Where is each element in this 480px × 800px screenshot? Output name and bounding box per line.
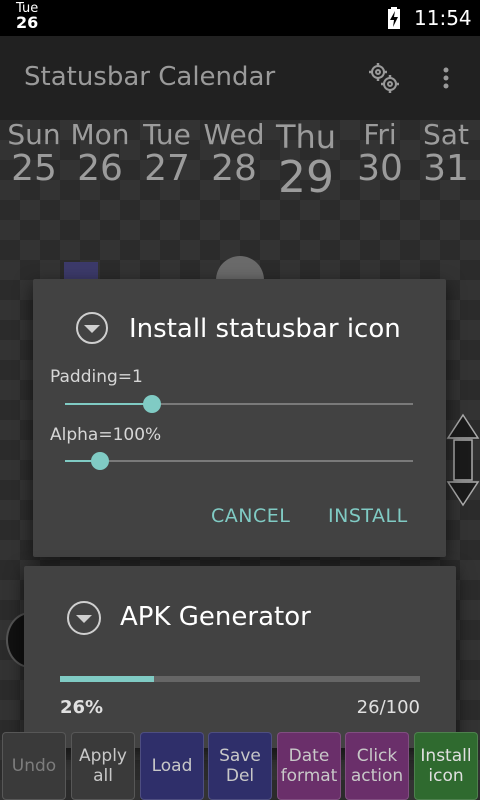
- load-button[interactable]: Load: [140, 732, 204, 800]
- apk-generator-dialog: APK Generator 26% 26/100: [24, 566, 456, 748]
- progress-count: 26/100: [356, 697, 420, 718]
- button-label: Undo: [11, 756, 57, 776]
- button-label: Apply all: [79, 746, 127, 786]
- app-title: Statusbar Calendar: [24, 62, 276, 92]
- status-day-number: 26: [16, 13, 39, 32]
- apply-all-button[interactable]: Apply all: [71, 732, 135, 800]
- week-day-name: Sun: [7, 118, 61, 151]
- battery-charging-icon: [388, 7, 400, 29]
- install-button[interactable]: INSTALL: [328, 505, 408, 527]
- week-day-mon[interactable]: Mon 26: [66, 120, 134, 188]
- slider-thumb[interactable]: [143, 395, 161, 413]
- status-time: 11:54: [414, 6, 472, 30]
- slider-fill: [65, 403, 152, 405]
- scroll-arrows-icon: [446, 413, 480, 507]
- alpha-label: Alpha=100%: [50, 425, 162, 445]
- chevron-down-circle-icon: [67, 601, 101, 635]
- click-action-button[interactable]: Click action: [345, 732, 409, 800]
- week-day-wed[interactable]: Wed 28: [200, 120, 268, 188]
- week-day-tue[interactable]: Tue 27: [133, 120, 201, 188]
- week-day-name: Wed: [203, 118, 265, 151]
- week-day-sat[interactable]: Sat 31: [412, 120, 480, 188]
- install-icon-dialog: Install statusbar icon Padding=1 Alpha=1…: [33, 279, 446, 557]
- week-day-date: 26: [77, 148, 123, 189]
- more-vert-icon[interactable]: [432, 64, 460, 92]
- week-day-thu[interactable]: Thu 29: [272, 120, 340, 202]
- button-label: Install icon: [420, 746, 472, 786]
- padding-slider[interactable]: [65, 395, 413, 413]
- date-format-button[interactable]: Date format: [277, 732, 341, 800]
- padding-label: Padding=1: [50, 367, 143, 387]
- cancel-button[interactable]: CANCEL: [211, 505, 290, 527]
- week-day-date: 28: [211, 148, 257, 189]
- button-label: Load: [151, 756, 193, 776]
- week-day-fri[interactable]: Fri 30: [346, 120, 414, 188]
- button-label: Save Del: [219, 746, 261, 786]
- bottom-toolbar: Undo Apply all Load Save Del Date format…: [0, 732, 480, 800]
- gear-icon[interactable]: [366, 60, 402, 96]
- button-label: Date format: [280, 746, 338, 786]
- week-day-sun[interactable]: Sun 25: [0, 120, 68, 188]
- dialog-title: APK Generator: [120, 602, 311, 632]
- dialog-title: Install statusbar icon: [129, 314, 401, 344]
- progress-bar: [60, 676, 420, 682]
- week-day-date: 25: [11, 148, 57, 189]
- week-day-date: 27: [144, 148, 190, 189]
- undo-button[interactable]: Undo: [2, 732, 66, 800]
- action-bar: Statusbar Calendar: [0, 36, 480, 120]
- slider-thumb[interactable]: [90, 452, 109, 470]
- week-day-date: 29: [278, 152, 334, 203]
- progress-percent: 26%: [60, 697, 104, 718]
- week-day-name: Mon: [70, 118, 130, 151]
- progress-fill: [60, 676, 154, 682]
- week-day-name: Fri: [363, 118, 397, 151]
- alpha-slider[interactable]: [65, 452, 413, 470]
- install-icon-button[interactable]: Install icon: [414, 732, 478, 800]
- chevron-down-circle-icon: [76, 312, 108, 344]
- status-date: Tue 26: [16, 2, 39, 32]
- week-day-name: Thu: [275, 118, 337, 156]
- week-day-name: Tue: [143, 118, 191, 151]
- week-day-name: Sat: [423, 118, 469, 151]
- week-day-date: 31: [423, 148, 469, 189]
- status-bar: Tue 26 11:54: [0, 0, 480, 36]
- button-label: Click action: [350, 746, 404, 786]
- save-del-button[interactable]: Save Del: [208, 732, 272, 800]
- week-strip: Sun 25 Mon 26 Tue 27 Wed 28 Thu 29 Fri 3…: [0, 120, 480, 210]
- week-day-date: 30: [357, 148, 403, 189]
